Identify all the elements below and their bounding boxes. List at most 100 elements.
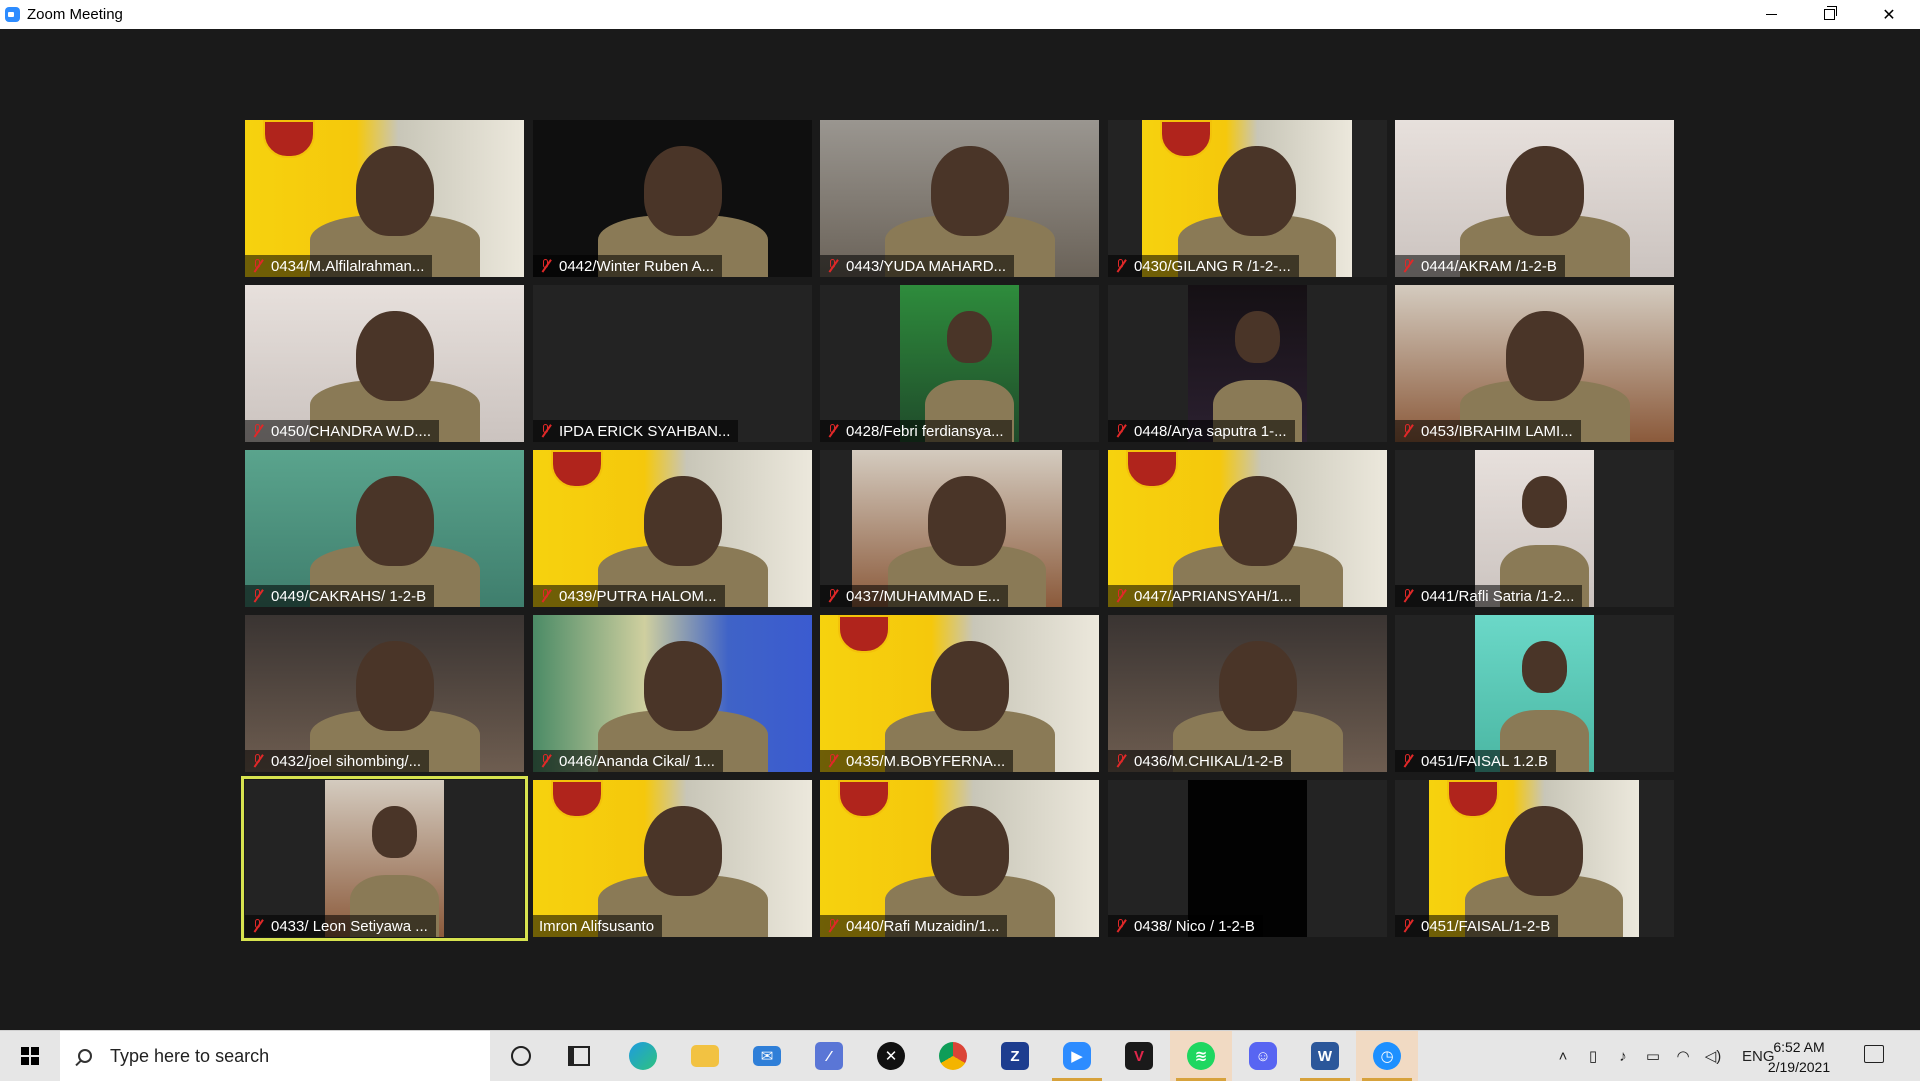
taskbar-word[interactable]: W bbox=[1294, 1031, 1356, 1081]
cortana-button[interactable] bbox=[490, 1031, 552, 1081]
participant-face bbox=[1505, 146, 1584, 236]
participant-tile[interactable]: 0430/GILANG R /1-2-... bbox=[1108, 120, 1387, 277]
taskbar-zoom[interactable]: ▶ bbox=[1046, 1031, 1108, 1081]
participant-face bbox=[355, 641, 434, 731]
participant-tile[interactable]: 0438/ Nico / 1-2-B bbox=[1108, 780, 1387, 937]
participant-name-bar: 0447/APRIANSYAH/1... bbox=[1108, 585, 1301, 607]
taskbar-spotify[interactable]: ≋ bbox=[1170, 1031, 1232, 1081]
participant-face bbox=[1218, 146, 1296, 236]
task-view-button[interactable] bbox=[548, 1031, 610, 1081]
participant-tile[interactable]: Imron Alifsusanto bbox=[533, 780, 812, 937]
participant-video bbox=[325, 780, 444, 937]
participant-tile[interactable]: 0441/Rafli Satria /1-2... bbox=[1395, 450, 1674, 607]
participant-tile[interactable]: 0443/YUDA MAHARD... bbox=[820, 120, 1099, 277]
minimize-button[interactable] bbox=[1742, 0, 1800, 29]
participant-tile[interactable]: 0446/Ananda Cikal/ 1... bbox=[533, 615, 812, 772]
participant-face bbox=[355, 311, 434, 401]
participant-tile[interactable]: 0449/CAKRAHS/ 1-2-B bbox=[245, 450, 524, 607]
participant-name-bar: 0430/GILANG R /1-2-... bbox=[1108, 255, 1299, 277]
participant-tile[interactable]: 0453/IBRAHIM LAMI... bbox=[1395, 285, 1674, 442]
taskbar-app-v[interactable]: V bbox=[1108, 1031, 1170, 1081]
participant-tile[interactable]: 0433/ Leon Setiyawa ... bbox=[241, 776, 528, 941]
participant-tile[interactable]: 0448/Arya saputra 1-... bbox=[1108, 285, 1387, 442]
taskbar-edge[interactable] bbox=[612, 1031, 674, 1081]
close-icon: ✕ bbox=[1882, 6, 1896, 24]
volume-icon[interactable]: ◁) bbox=[1702, 1047, 1724, 1065]
cortana-icon bbox=[511, 1046, 531, 1066]
microphone-icon[interactable]: ♪ bbox=[1612, 1048, 1634, 1065]
participant-tile[interactable]: 0450/CHANDRA W.D.... bbox=[245, 285, 524, 442]
search-box[interactable]: Type here to search bbox=[60, 1031, 490, 1081]
participant-name: 0453/IBRAHIM LAMI... bbox=[1421, 422, 1573, 440]
taskbar-app-a[interactable]: ⁄ bbox=[798, 1031, 860, 1081]
participant-tile[interactable]: 0442/Winter Ruben A... bbox=[533, 120, 812, 277]
muted-microphone-icon bbox=[826, 589, 840, 603]
battery-icon[interactable]: ▭ bbox=[1642, 1047, 1664, 1065]
search-icon bbox=[78, 1049, 92, 1063]
participant-tile[interactable]: IPDA ERICK SYAHBAN... bbox=[533, 285, 812, 442]
participant-tile[interactable]: 0440/Rafi Muzaidin/1... bbox=[820, 780, 1099, 937]
muted-microphone-icon bbox=[826, 754, 840, 768]
clock[interactable]: 6:52 AM 2/19/2021 bbox=[1758, 1037, 1840, 1077]
taskbar-discord[interactable]: ☺ bbox=[1232, 1031, 1294, 1081]
taskbar-file-explorer[interactable] bbox=[674, 1031, 736, 1081]
participant-name-bar: IPDA ERICK SYAHBAN... bbox=[533, 420, 739, 442]
close-button[interactable]: ✕ bbox=[1858, 0, 1920, 29]
muted-microphone-icon bbox=[539, 589, 553, 603]
app-v-icon: V bbox=[1125, 1042, 1153, 1070]
restore-button[interactable] bbox=[1800, 0, 1858, 29]
participant-name: 0443/YUDA MAHARD... bbox=[846, 257, 1007, 275]
muted-microphone-icon bbox=[1401, 919, 1415, 933]
participant-face bbox=[1218, 476, 1297, 566]
chrome-icon bbox=[939, 1042, 967, 1070]
clock-time: 6:52 AM bbox=[1773, 1039, 1825, 1055]
device-icon[interactable]: ▯ bbox=[1582, 1047, 1604, 1065]
participant-tile[interactable]: 0436/M.CHIKAL/1-2-B bbox=[1108, 615, 1387, 772]
participant-tile[interactable]: 0451/FAISAL 1.2.B bbox=[1395, 615, 1674, 772]
taskbar-app-timer[interactable]: ◷ bbox=[1356, 1031, 1418, 1081]
participant-tile[interactable]: 0434/M.Alfilalrahman... bbox=[245, 120, 524, 277]
participant-tile[interactable]: 0439/PUTRA HALOM... bbox=[533, 450, 812, 607]
participant-tile[interactable]: 0447/APRIANSYAH/1... bbox=[1108, 450, 1387, 607]
participant-name: 0428/Febri ferdiansya... bbox=[846, 422, 1004, 440]
participant-name-bar: 0441/Rafli Satria /1-2... bbox=[1395, 585, 1583, 607]
muted-microphone-icon bbox=[1401, 259, 1415, 273]
participant-name-bar: 0451/FAISAL/1-2-B bbox=[1395, 915, 1559, 937]
taskbar-app-z[interactable]: Z bbox=[984, 1031, 1046, 1081]
participant-tile[interactable]: 0451/FAISAL/1-2-B bbox=[1395, 780, 1674, 937]
chevron-up-icon[interactable]: ˄ bbox=[1552, 1048, 1574, 1065]
participant-name: 0438/ Nico / 1-2-B bbox=[1134, 917, 1255, 935]
participant-name: 0441/Rafli Satria /1-2... bbox=[1421, 587, 1575, 605]
participant-tile[interactable]: 0435/M.BOBYFERNA... bbox=[820, 615, 1099, 772]
participant-tile[interactable]: 0437/MUHAMMAD E... bbox=[820, 450, 1099, 607]
participant-name: 0434/M.Alfilalrahman... bbox=[271, 257, 425, 275]
muted-microphone-icon bbox=[539, 424, 553, 438]
participant-name-bar: 0437/MUHAMMAD E... bbox=[820, 585, 1009, 607]
participant-face bbox=[1218, 641, 1297, 731]
muted-microphone-icon bbox=[826, 424, 840, 438]
participant-video bbox=[1395, 120, 1674, 277]
muted-microphone-icon bbox=[1401, 754, 1415, 768]
participant-face bbox=[930, 806, 1009, 896]
mail-icon: ✉ bbox=[753, 1046, 781, 1066]
participant-tile[interactable]: 0444/AKRAM /1-2-B bbox=[1395, 120, 1674, 277]
participant-video bbox=[1395, 285, 1674, 442]
participant-video bbox=[1108, 615, 1387, 772]
taskbar-chrome[interactable] bbox=[922, 1031, 984, 1081]
participant-face bbox=[355, 146, 434, 236]
wifi-icon[interactable]: ◠ bbox=[1672, 1047, 1694, 1065]
participant-tile[interactable]: 0428/Febri ferdiansya... bbox=[820, 285, 1099, 442]
taskbar-mail[interactable]: ✉ bbox=[736, 1031, 798, 1081]
participant-tile[interactable]: 0432/joel sihombing/... bbox=[245, 615, 524, 772]
title-bar: Zoom Meeting ✕ bbox=[0, 0, 1920, 29]
muted-microphone-icon bbox=[1114, 259, 1128, 273]
muted-microphone-icon bbox=[539, 259, 553, 273]
police-emblem bbox=[1447, 780, 1499, 818]
start-button[interactable] bbox=[0, 1031, 60, 1081]
muted-microphone-icon bbox=[1114, 424, 1128, 438]
police-emblem bbox=[838, 780, 890, 818]
muted-microphone-icon bbox=[251, 589, 265, 603]
taskbar-xbox[interactable]: ✕ bbox=[860, 1031, 922, 1081]
participant-video bbox=[820, 780, 1099, 937]
notification-icon[interactable] bbox=[1864, 1045, 1884, 1063]
